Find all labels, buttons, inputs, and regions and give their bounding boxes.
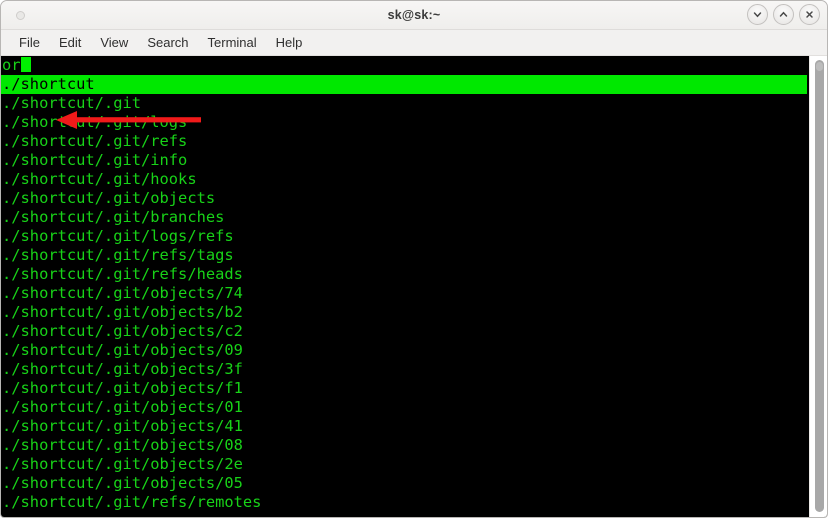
terminal-line[interactable]: ./shortcut/.git/objects/b2 [1,303,811,322]
terminal-selected-line[interactable]: ./shortcut [1,75,807,94]
minimize-button[interactable] [747,4,768,25]
menu-item-view[interactable]: View [91,33,137,53]
vertical-scrollbar[interactable] [809,56,827,517]
terminal-line[interactable]: ./shortcut/.git/objects/74 [1,284,811,303]
terminal-line[interactable]: ./shortcut/.git/objects/3f [1,360,811,379]
terminal-window: sk@sk:~ File Edit View Search Terminal H… [0,0,828,518]
maximize-button[interactable] [773,4,794,25]
terminal-prompt-text: or [2,56,21,74]
window-title: sk@sk:~ [387,8,441,22]
menu-item-terminal[interactable]: Terminal [199,33,266,53]
close-button[interactable] [799,4,820,25]
terminal-line[interactable]: ./shortcut/.git/logs [1,113,811,132]
menu-item-search[interactable]: Search [138,33,197,53]
terminal-cursor [20,57,31,72]
window-controls [747,4,820,25]
terminal-line[interactable]: ./shortcut/.git/objects/01 [1,398,811,417]
terminal-viewport[interactable]: or ./shortcut ./shortcut/.git ./shortcut/.g… [1,56,827,517]
terminal-line[interactable]: ./shortcut/.git/objects/09 [1,341,811,360]
terminal-line[interactable]: ./shortcut/.git/refs/remotes [1,493,811,512]
terminal-line[interactable]: ./shortcut/.git/objects/f1 [1,379,811,398]
menubar: File Edit View Search Terminal Help [1,30,827,56]
terminal-output[interactable]: or ./shortcut ./shortcut/.git ./shortcut/.g… [1,56,811,512]
terminal-line[interactable]: ./shortcut/.git/refs/tags [1,246,811,265]
terminal-line[interactable]: ./shortcut/.git/info [1,151,811,170]
terminal-line[interactable]: ./shortcut/.git/objects/c2 [1,322,811,341]
titlebar[interactable]: sk@sk:~ [1,1,827,30]
terminal-prompt-line: or [1,56,811,75]
scrollbar-thumb[interactable] [815,60,824,512]
terminal-line[interactable]: ./shortcut/.git/branches [1,208,811,227]
terminal-line[interactable]: ./shortcut/.git/objects/41 [1,417,811,436]
terminal-line[interactable]: ./shortcut/.git/refs/heads [1,265,811,284]
terminal-line[interactable]: ./shortcut/.git/refs [1,132,811,151]
terminal-line[interactable]: ./shortcut/.git/objects [1,189,811,208]
terminal-line[interactable]: ./shortcut/.git/objects/05 [1,474,811,493]
terminal-line[interactable]: ./shortcut/.git/objects/08 [1,436,811,455]
menu-item-help[interactable]: Help [267,33,312,53]
terminal-line[interactable]: ./shortcut/.git/logs/refs [1,227,811,246]
terminal-line[interactable]: ./shortcut/.git/hooks [1,170,811,189]
terminal-line[interactable]: ./shortcut/.git/objects/2e [1,455,811,474]
menu-item-edit[interactable]: Edit [50,33,90,53]
terminal-line[interactable]: ./shortcut/.git [1,94,811,113]
menu-item-file[interactable]: File [10,33,49,53]
